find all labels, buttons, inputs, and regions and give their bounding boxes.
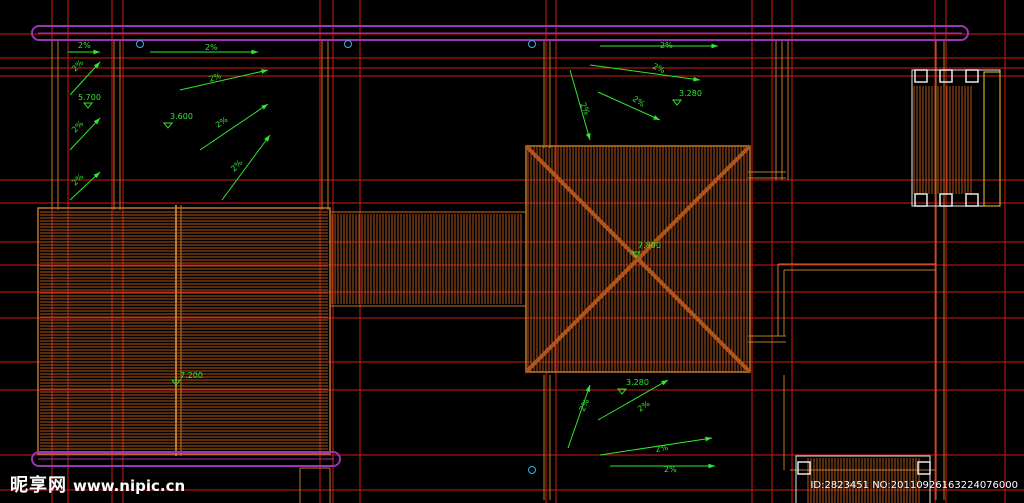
elevation-text: 3.280 [626,378,649,387]
elevation-text: 3.280 [679,89,702,98]
slope-label: 2% [578,397,592,413]
elevation-text: 7.800 [638,241,661,250]
slope-label: 2% [664,465,677,474]
slope-arrow-head [661,380,668,386]
elevation-triangle [671,99,683,106]
slope-arrow-head [251,49,258,55]
slope-label: 2% [578,101,592,117]
slope-label: 2% [208,71,223,84]
slope-arrow-head [705,436,712,442]
watermark: 昵享网 www.nipic.cn [10,471,185,497]
slope-arrow [567,384,591,449]
side-block-rail [983,71,1001,207]
drain-symbol [136,40,144,48]
slope-arrow-head [653,115,660,120]
slope-label: 2% [631,94,647,109]
cad-drawing: 2% 2%2%2%2%2%2%2%2%2%2%2%2% 2%2%2% 5.700 3… [0,0,1024,503]
slope-label: 2% [655,443,669,454]
slope-arrow-head [585,385,591,392]
elevation-triangle [82,102,94,109]
elevation-markers: 5.700 3.600 7.800 3.280 3.280 7.200 [78,89,702,387]
column [917,461,931,475]
roof-hatches [40,86,972,503]
elevation-left-mid: 3.600 [170,112,193,121]
slope-arrow [179,69,269,91]
slope-label: 2% [229,158,245,174]
slope-arrow-head [93,49,100,55]
slope-arrow [589,64,701,81]
slope-arrow-head [264,135,270,142]
slope-arrow-head [708,463,715,469]
drain-symbol [528,40,536,48]
watermark-url: www.nipic.cn [73,477,186,495]
slope-arrow [199,103,269,151]
elevation-text: 5.700 [78,93,101,102]
drain-symbol [528,466,536,474]
elevation-right-lower: 3.280 [626,378,649,387]
slope-label: 2% [70,58,86,74]
slope-label: 2% [660,41,673,50]
slope-label: 2% [70,119,86,135]
column [965,193,979,207]
slope-label: 2% [78,41,91,50]
elevation-pavilion-peak: 7.800 [638,241,661,250]
slope-arrow [597,91,661,121]
elevation-left-top: 5.700 [78,93,101,102]
slope-label: 2% [205,43,218,52]
elevation-text: 7.200 [180,371,203,380]
slope-label: 2% [70,172,86,188]
elevation-triangle [162,122,174,129]
drain-symbol [344,40,352,48]
watermark-brand: 昵享网 [10,475,67,496]
slope-label: 2% [214,115,230,130]
slope-arrow-head [711,43,718,49]
elevation-text: 3.600 [170,112,193,121]
slope-arrow-head [693,76,700,82]
image-id-tag: ID:2823451 NO:20110926163224076000 [810,480,1018,491]
slope-arrow-head [585,133,591,140]
elevation-left-roof: 7.200 [180,371,203,380]
elevation-right-upper: 3.280 [679,89,702,98]
column [914,193,928,207]
slope-arrow-head [261,104,268,110]
slope-label: 2% [636,399,652,414]
